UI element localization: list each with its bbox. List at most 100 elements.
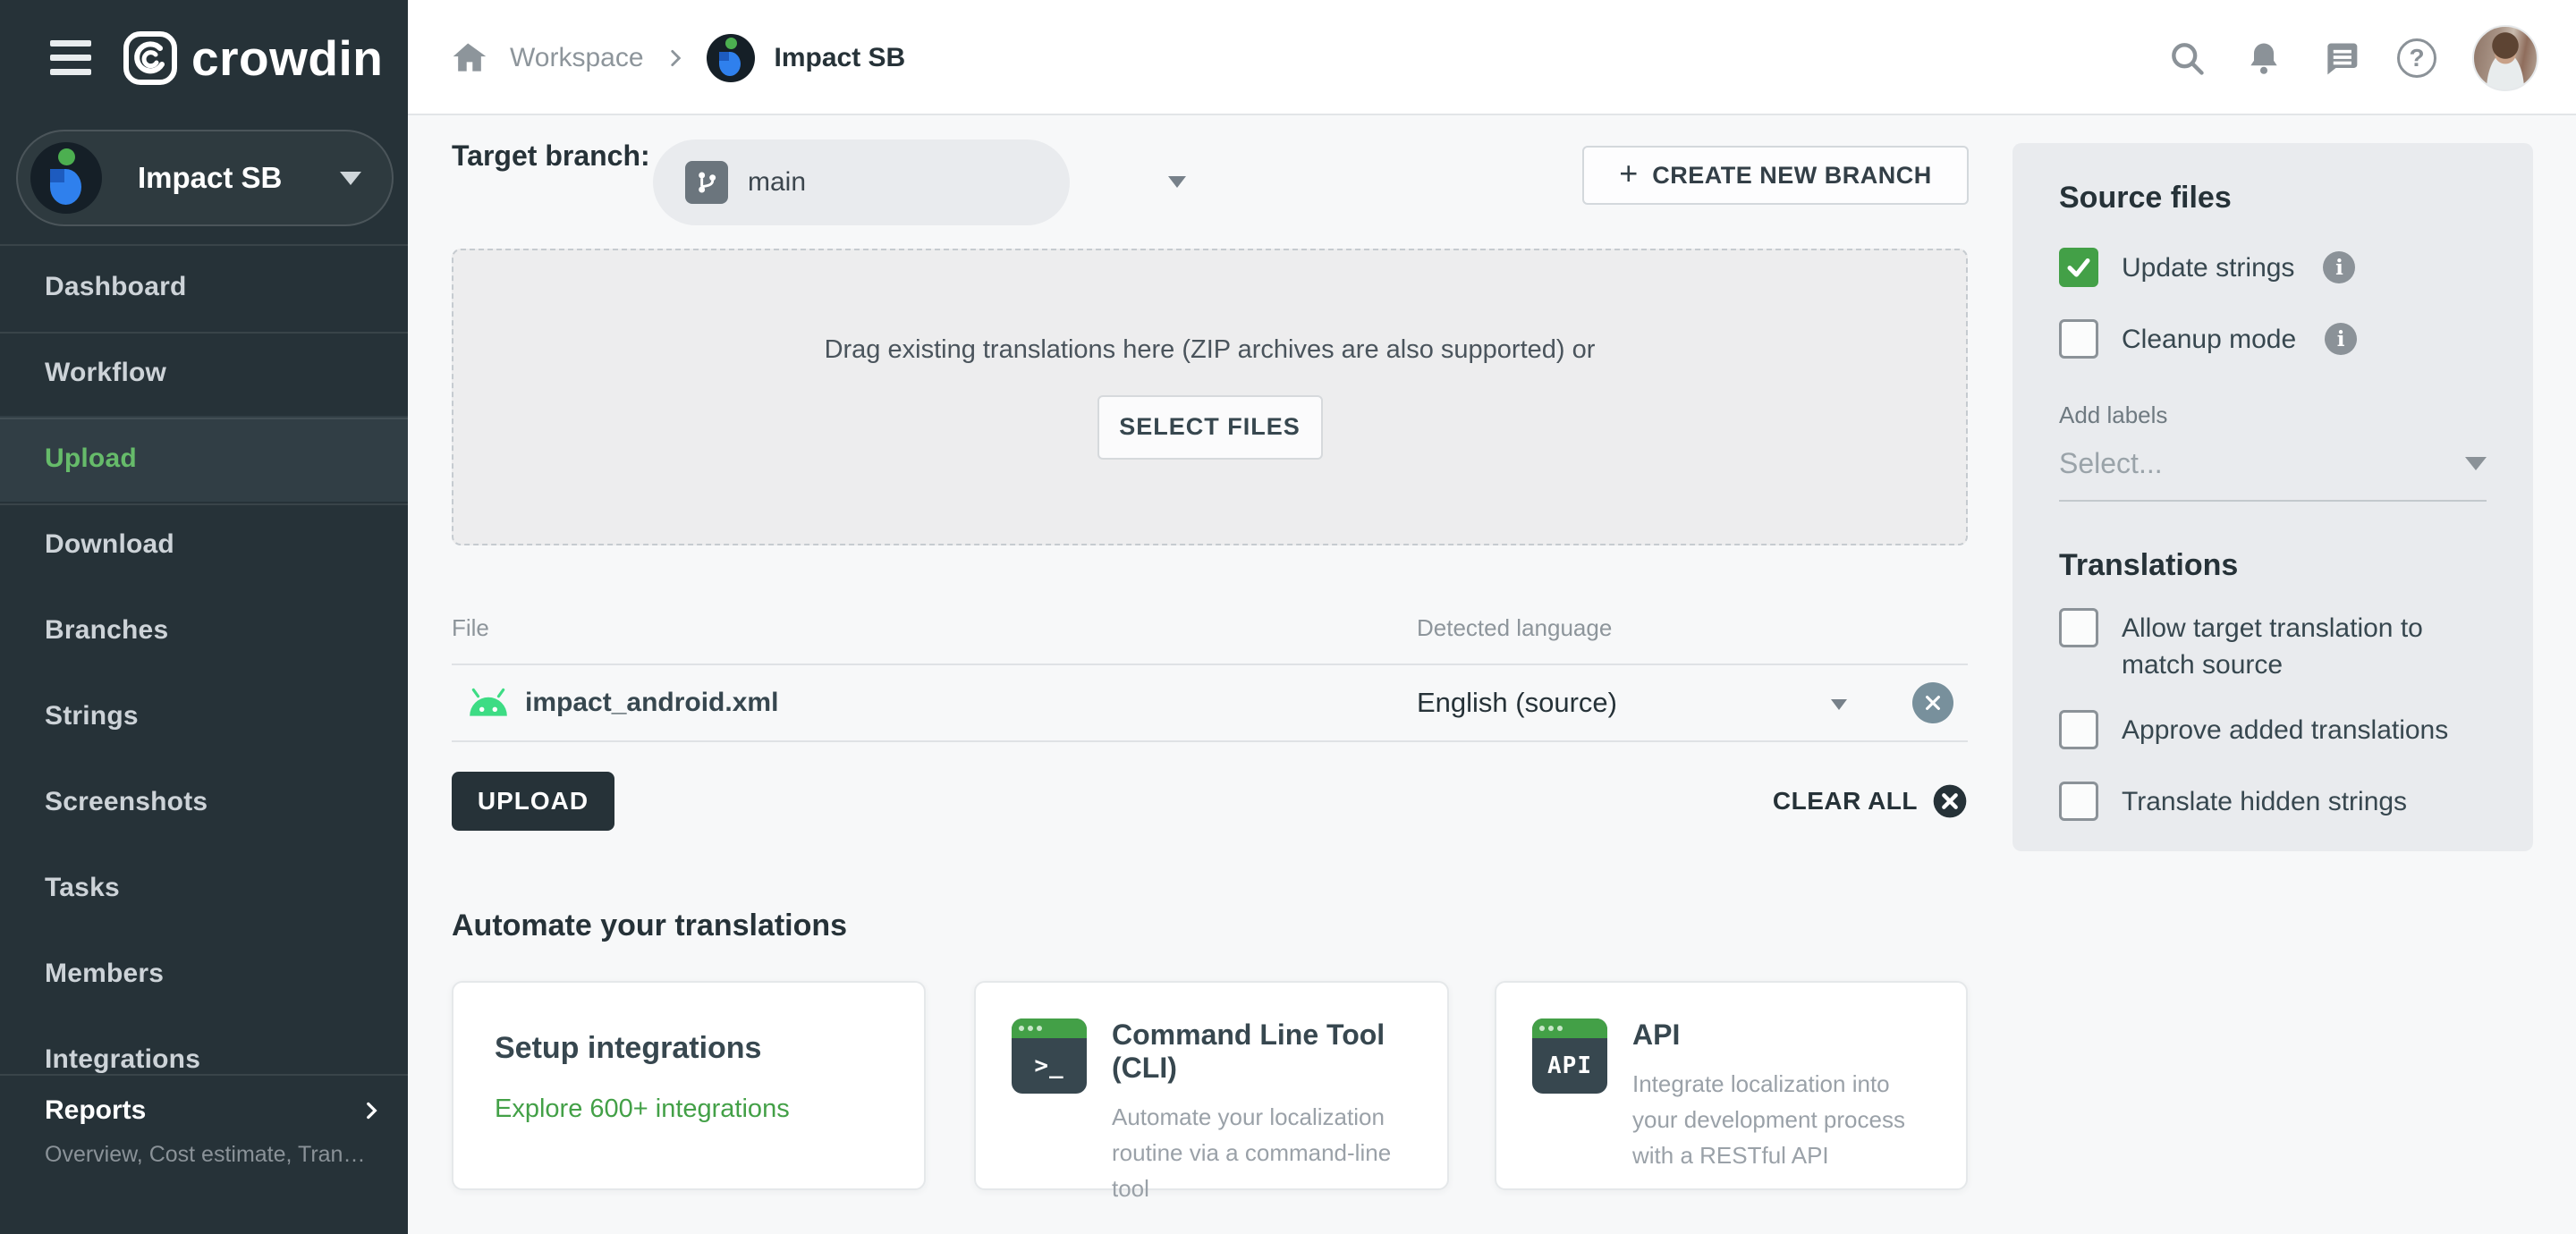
breadcrumb-workspace[interactable]: Workspace xyxy=(510,43,644,73)
messages-icon[interactable] xyxy=(2320,38,2361,79)
sidebar-item-reports[interactable]: Reports Overview, Cost estimate, Transl… xyxy=(0,1079,408,1168)
crowdin-upload-page: crowdin Workspace Impact SB ? Impact SB … xyxy=(0,0,2576,1234)
option-label: Translate hidden strings xyxy=(2122,787,2408,816)
card-description: Integrate localization into your develop… xyxy=(1632,1070,1905,1169)
project-selector[interactable]: Impact SB xyxy=(16,130,394,226)
menu-icon[interactable] xyxy=(50,40,91,75)
android-file-icon xyxy=(470,688,507,716)
explore-integrations-link[interactable]: Explore 600+ integrations xyxy=(495,1095,883,1124)
terminal-icon: >_ xyxy=(1012,1018,1087,1094)
card-title: Setup integrations xyxy=(495,1031,762,1065)
chevron-down-icon[interactable] xyxy=(1831,699,1847,710)
divider xyxy=(0,332,408,334)
option-label: Allow target translation to match source xyxy=(2122,613,2423,680)
checkbox-checked[interactable] xyxy=(2059,248,2098,287)
api-card[interactable]: API API Integrate localization into your… xyxy=(1495,981,1968,1190)
user-avatar[interactable] xyxy=(2472,24,2538,91)
checkmark-icon xyxy=(2067,258,2090,277)
sidebar-item-branches[interactable]: Branches xyxy=(0,587,408,673)
upload-button[interactable]: UPLOAD xyxy=(452,772,614,831)
reports-label: Reports xyxy=(45,1095,147,1125)
table-header: File Detected language xyxy=(452,598,1968,665)
dropzone-text: Drag existing translations here (ZIP arc… xyxy=(824,334,1596,364)
divider xyxy=(0,418,408,419)
checkbox-unchecked[interactable] xyxy=(2059,710,2098,749)
column-detected-language: Detected language xyxy=(1417,614,1613,641)
project-name: Impact SB xyxy=(138,161,283,194)
detected-language-select[interactable]: English (source) xyxy=(1417,687,1617,719)
sidebar-nav: Dashboard Workflow Upload Download Branc… xyxy=(0,244,408,1103)
branch-select[interactable]: main xyxy=(653,139,1070,225)
sidebar-item-workflow[interactable]: Workflow xyxy=(0,330,408,416)
automate-heading: Automate your translations xyxy=(452,909,848,942)
create-branch-label: CREATE NEW BRANCH xyxy=(1652,161,1932,189)
top-bar: crowdin Workspace Impact SB ? xyxy=(0,0,2576,115)
sidebar-item-members[interactable]: Members xyxy=(0,931,408,1017)
divider xyxy=(0,244,408,246)
option-approve-added[interactable]: Approve added translations xyxy=(2059,710,2487,749)
home-icon[interactable] xyxy=(449,38,490,79)
crowdin-logo[interactable]: crowdin xyxy=(122,30,383,87)
chevron-down-icon xyxy=(1168,176,1186,188)
checkbox-unchecked[interactable] xyxy=(2059,319,2098,359)
branch-icon xyxy=(685,161,728,204)
option-translate-hidden[interactable]: Translate hidden strings xyxy=(2059,782,2487,821)
remove-file-button[interactable] xyxy=(1912,682,1953,723)
card-title: API xyxy=(1632,1018,1681,1051)
chevron-right-icon xyxy=(664,46,687,70)
sidebar-item-upload[interactable]: Upload xyxy=(0,416,408,502)
divider xyxy=(0,1074,408,1076)
info-icon[interactable]: i xyxy=(2323,251,2356,283)
breadcrumb-project[interactable]: Impact SB xyxy=(775,43,906,73)
clear-all-button[interactable]: CLEAR ALL xyxy=(1699,772,1968,831)
card-title: Command Line Tool (CLI) xyxy=(1112,1018,1385,1084)
option-label: Approve added translations xyxy=(2122,715,2449,745)
setup-integrations-card[interactable]: Setup integrations Explore 600+ integrat… xyxy=(452,981,926,1190)
source-files-heading: Source files xyxy=(2059,181,2232,215)
checkbox-unchecked[interactable] xyxy=(2059,608,2098,647)
sidebar-item-download[interactable]: Download xyxy=(0,502,408,587)
api-icon: API xyxy=(1532,1018,1607,1094)
sidebar-item-dashboard[interactable]: Dashboard xyxy=(0,244,408,330)
clear-all-x-icon xyxy=(1933,784,1967,818)
create-new-branch-button[interactable]: + CREATE NEW BRANCH xyxy=(1582,146,1969,205)
select-placeholder: Select... xyxy=(2059,447,2163,479)
select-files-button[interactable]: SELECT FILES xyxy=(1097,394,1323,460)
crowdin-logo-icon xyxy=(123,30,177,85)
divider xyxy=(0,503,408,505)
breadcrumb: Workspace Impact SB xyxy=(449,0,905,115)
info-icon[interactable]: i xyxy=(2325,323,2358,355)
plus-icon: + xyxy=(1619,155,1639,191)
option-label: Cleanup mode xyxy=(2122,325,2297,354)
sidebar: Impact SB Dashboard Workflow Upload Down… xyxy=(0,115,408,1234)
branch-value: main xyxy=(748,167,807,197)
file-dropzone[interactable]: Drag existing translations here (ZIP arc… xyxy=(452,249,1968,545)
brand-name: crowdin xyxy=(191,30,384,86)
cli-card[interactable]: >_ Command Line Tool (CLI) Automate your… xyxy=(974,981,1449,1202)
card-description: Automate your localization routine via a… xyxy=(1112,1103,1392,1202)
add-labels-label: Add labels xyxy=(2059,401,2168,428)
notifications-bell-icon[interactable] xyxy=(2243,38,2284,79)
option-allow-target-match[interactable]: Allow target translation to match source xyxy=(2059,608,2487,683)
sidebar-item-screenshots[interactable]: Screenshots xyxy=(0,759,408,845)
project-logo xyxy=(706,33,755,82)
reports-subtitle: Overview, Cost estimate, Transl… xyxy=(45,1142,382,1167)
upload-settings-panel: Source files Update strings i Cleanup mo… xyxy=(2012,143,2533,851)
translations-heading: Translations xyxy=(2059,548,2239,582)
top-bar-brand-area: crowdin xyxy=(0,0,408,115)
option-cleanup-mode[interactable]: Cleanup mode i xyxy=(2059,319,2487,359)
labels-select[interactable]: Select... xyxy=(2059,447,2487,502)
sidebar-item-strings[interactable]: Strings xyxy=(0,673,408,759)
table-row: impact_android.xml English (source) xyxy=(452,665,1968,742)
option-label: Update strings xyxy=(2122,253,2295,283)
sidebar-item-tasks[interactable]: Tasks xyxy=(0,845,408,931)
file-name: impact_android.xml xyxy=(525,688,779,717)
option-update-strings[interactable]: Update strings i xyxy=(2059,248,2487,287)
clear-all-label: CLEAR ALL xyxy=(1772,787,1918,815)
checkbox-unchecked[interactable] xyxy=(2059,782,2098,821)
column-file: File xyxy=(452,614,489,641)
help-icon[interactable]: ? xyxy=(2397,38,2436,78)
project-logo xyxy=(30,142,102,214)
chevron-right-icon xyxy=(367,1102,377,1120)
search-icon[interactable] xyxy=(2166,38,2207,79)
